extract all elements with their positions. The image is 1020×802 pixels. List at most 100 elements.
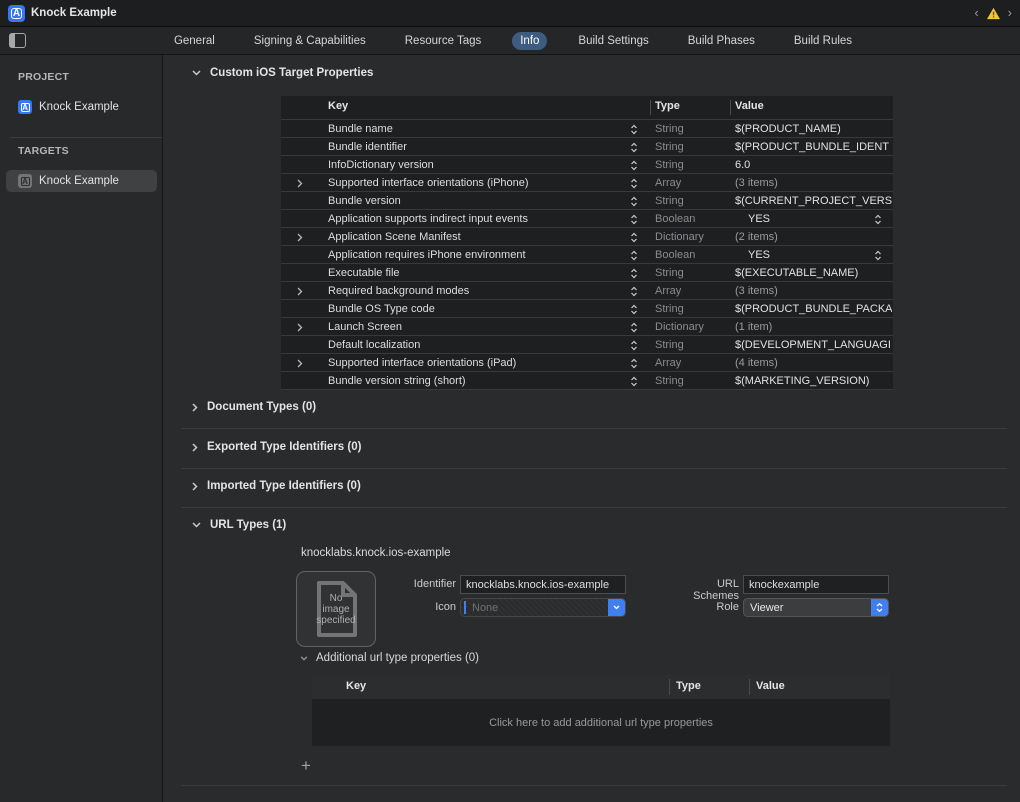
back-chevron-icon[interactable]: ‹ (974, 5, 978, 21)
property-value[interactable]: $(PRODUCT_BUNDLE_IDENT (735, 141, 889, 153)
property-value[interactable]: $(MARKETING_VERSION) (735, 375, 869, 387)
identifier-label: Identifier (386, 578, 456, 590)
key-stepper-icon[interactable] (630, 250, 638, 264)
property-type[interactable]: String (655, 123, 684, 135)
sidebar-toggle-icon[interactable] (9, 33, 26, 48)
property-type[interactable]: Array (655, 357, 681, 369)
property-type[interactable]: String (655, 195, 684, 207)
tab-build-phases[interactable]: Build Phases (680, 32, 763, 50)
tab-build-settings[interactable]: Build Settings (570, 32, 656, 50)
warning-triangle-icon[interactable] (986, 7, 1001, 20)
section-url-types[interactable]: URL Types (1) (192, 519, 286, 531)
property-type[interactable]: Dictionary (655, 321, 704, 333)
column-separator (749, 679, 750, 695)
key-stepper-icon[interactable] (630, 214, 638, 228)
key-stepper-icon[interactable] (630, 358, 638, 372)
key-stepper-icon[interactable] (630, 340, 638, 354)
property-value[interactable]: (1 item) (735, 321, 772, 333)
url-schemes-input[interactable]: knockexample (743, 575, 889, 594)
forward-chevron-icon[interactable]: › (1008, 5, 1012, 21)
add-url-type-button[interactable]: + (297, 757, 315, 775)
role-popup[interactable]: Viewer (743, 598, 889, 617)
disclosure-chevron-icon[interactable] (297, 359, 303, 368)
key-stepper-icon[interactable] (630, 268, 638, 282)
property-value[interactable]: (3 items) (735, 177, 778, 189)
property-type[interactable]: Boolean (655, 213, 695, 225)
boolean-stepper-icon[interactable] (874, 250, 882, 264)
disclosure-chevron-icon[interactable] (297, 323, 303, 332)
key-stepper-icon[interactable] (630, 178, 638, 192)
boolean-stepper-icon[interactable] (874, 214, 882, 228)
section-document-types[interactable]: Document Types (0) (192, 401, 316, 413)
sidebar-item-target[interactable]: A Knock Example (6, 170, 157, 192)
property-row[interactable]: Bundle version String $(CURRENT_PROJECT_… (281, 191, 893, 209)
disclosure-chevron-icon[interactable] (297, 233, 303, 242)
property-value[interactable]: $(CURRENT_PROJECT_VERS (735, 195, 892, 207)
tab-resource-tags[interactable]: Resource Tags (397, 32, 490, 50)
property-row[interactable]: Application supports indirect input even… (281, 209, 893, 227)
identifier-input[interactable]: knocklabs.knock.ios-example (460, 575, 626, 594)
property-type[interactable]: Array (655, 177, 681, 189)
property-row[interactable]: Executable file String $(EXECUTABLE_NAME… (281, 263, 893, 281)
project-section-header: PROJECT (18, 71, 69, 83)
property-value[interactable]: YES (748, 213, 770, 225)
property-row[interactable]: Bundle identifier String $(PRODUCT_BUNDL… (281, 137, 893, 155)
property-value[interactable]: $(PRODUCT_NAME) (735, 123, 841, 135)
property-row[interactable]: Supported interface orientations (iPhone… (281, 173, 893, 191)
property-type[interactable]: String (655, 159, 684, 171)
icon-popup[interactable]: None (460, 598, 626, 617)
property-value[interactable]: (2 items) (735, 231, 778, 243)
property-row[interactable]: Application requires iPhone environment … (281, 245, 893, 263)
section-imported-type-identifiers[interactable]: Imported Type Identifiers (0) (192, 480, 361, 492)
key-stepper-icon[interactable] (630, 286, 638, 300)
key-stepper-icon[interactable] (630, 124, 638, 138)
property-value[interactable]: (3 items) (735, 285, 778, 297)
property-row[interactable]: Bundle OS Type code String $(PRODUCT_BUN… (281, 299, 893, 317)
key-stepper-icon[interactable] (630, 196, 638, 210)
tab-build-rules[interactable]: Build Rules (786, 32, 860, 50)
property-row[interactable]: Launch Screen Dictionary (1 item) (281, 317, 893, 335)
section-custom-ios-target-properties[interactable]: Custom iOS Target Properties (192, 67, 373, 79)
property-row[interactable]: Bundle name String $(PRODUCT_NAME) (281, 119, 893, 137)
property-value[interactable]: YES (748, 249, 770, 261)
property-row[interactable]: Application Scene Manifest Dictionary (2… (281, 227, 893, 245)
add-property-placeholder[interactable]: Click here to add additional url type pr… (489, 717, 713, 729)
column-header-key: Key (346, 680, 366, 692)
property-value[interactable]: $(DEVELOPMENT_LANGUAGI (735, 339, 891, 351)
chevron-right-icon (192, 482, 198, 491)
tab-info[interactable]: Info (512, 32, 547, 50)
property-row[interactable]: Required background modes Array (3 items… (281, 281, 893, 299)
property-type[interactable]: Dictionary (655, 231, 704, 243)
key-stepper-icon[interactable] (630, 376, 638, 390)
property-type[interactable]: String (655, 141, 684, 153)
sidebar-item-project[interactable]: A Knock Example (6, 96, 157, 118)
key-stepper-icon[interactable] (630, 322, 638, 336)
section-title: Document Types (0) (207, 401, 316, 413)
disclosure-chevron-icon[interactable] (297, 179, 303, 188)
property-type[interactable]: String (655, 267, 684, 279)
tab-signing-capabilities[interactable]: Signing & Capabilities (246, 32, 374, 50)
property-value[interactable]: $(EXECUTABLE_NAME) (735, 267, 858, 279)
property-type[interactable]: Boolean (655, 249, 695, 261)
property-row[interactable]: InfoDictionary version String 6.0 (281, 155, 893, 173)
disclosure-chevron-icon[interactable] (297, 287, 303, 296)
key-stepper-icon[interactable] (630, 232, 638, 246)
property-row[interactable]: Bundle version string (short) String $(M… (281, 371, 893, 389)
key-stepper-icon[interactable] (630, 142, 638, 156)
additional-url-properties-header[interactable]: Additional url type properties (0) (300, 652, 479, 664)
key-stepper-icon[interactable] (630, 160, 638, 174)
property-type[interactable]: Array (655, 285, 681, 297)
property-type[interactable]: String (655, 339, 684, 351)
property-type[interactable]: String (655, 375, 684, 387)
url-type-image-well[interactable]: Noimagespecified (296, 571, 376, 647)
property-key: Bundle name (328, 123, 393, 135)
property-value[interactable]: (4 items) (735, 357, 778, 369)
tab-general[interactable]: General (166, 32, 223, 50)
section-exported-type-identifiers[interactable]: Exported Type Identifiers (0) (192, 441, 361, 453)
property-row[interactable]: Supported interface orientations (iPad) … (281, 353, 893, 371)
key-stepper-icon[interactable] (630, 304, 638, 318)
property-type[interactable]: String (655, 303, 684, 315)
property-value[interactable]: 6.0 (735, 159, 750, 171)
property-value[interactable]: $(PRODUCT_BUNDLE_PACKA (735, 303, 892, 315)
property-row[interactable]: Default localization String $(DEVELOPMEN… (281, 335, 893, 353)
